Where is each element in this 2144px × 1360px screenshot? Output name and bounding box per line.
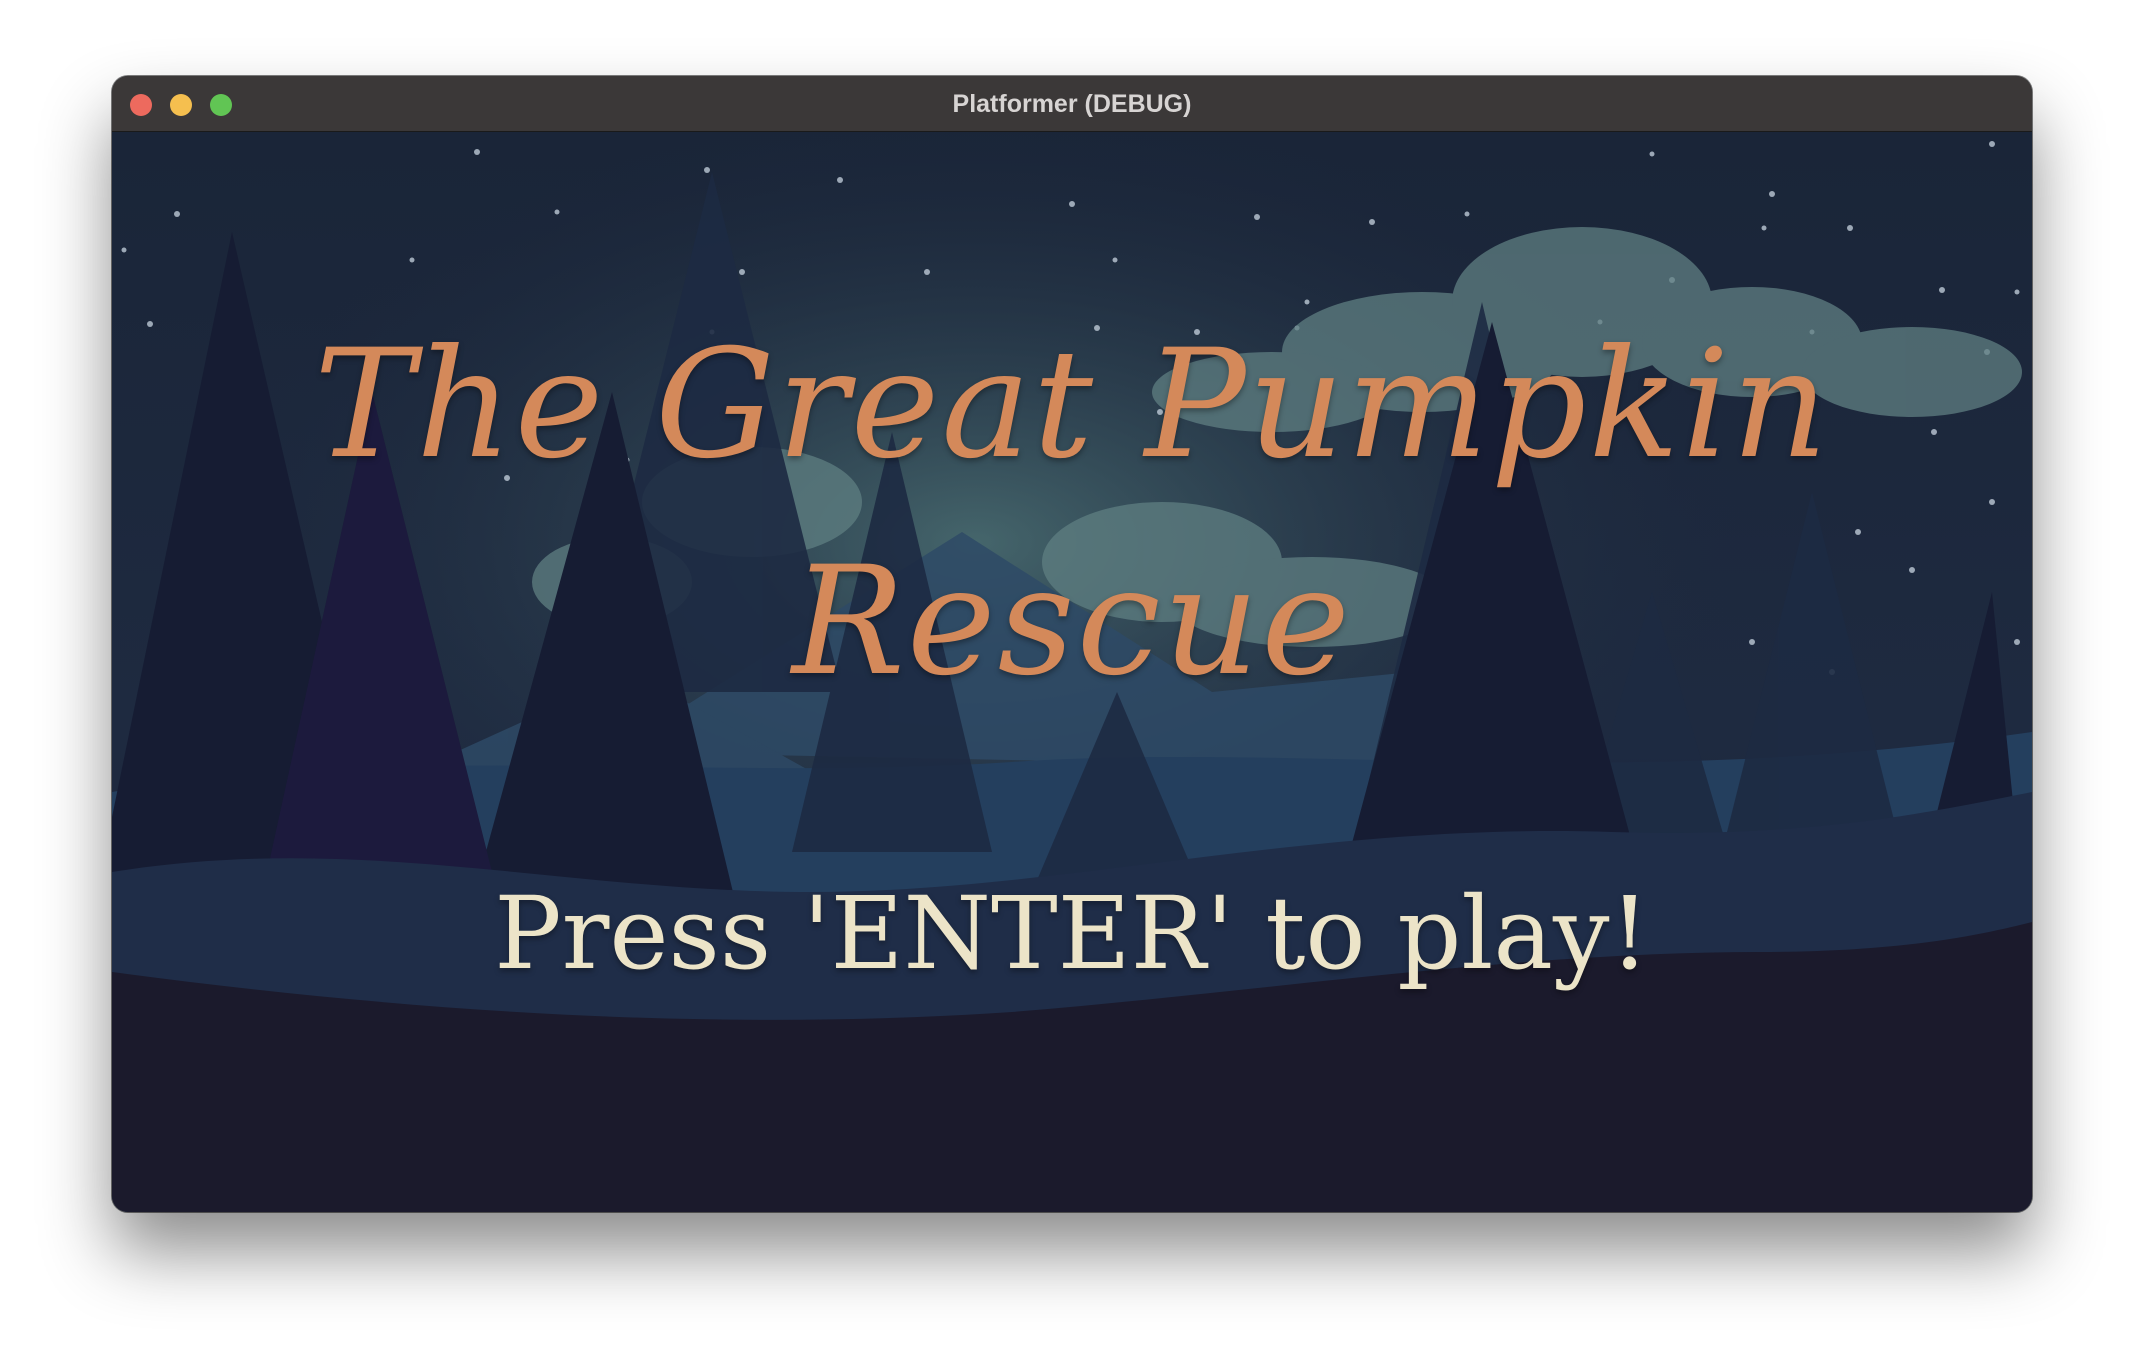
start-prompt: Press 'ENTER' to play!: [494, 875, 1650, 992]
game-canvas[interactable]: The Great Pumpkin Rescue Press 'ENTER' t…: [112, 132, 2032, 1212]
game-title-line-2: Rescue: [791, 535, 1353, 709]
game-title-line-1: The Great Pumpkin: [313, 318, 1831, 492]
desktop: Platformer (DEBUG) The Great Pumpkin Res…: [0, 0, 2144, 1360]
game-window[interactable]: Platformer (DEBUG) The Great Pumpkin Res…: [112, 76, 2032, 1212]
title-bar[interactable]: Platformer (DEBUG): [112, 76, 2032, 132]
window-title: Platformer (DEBUG): [952, 90, 1192, 118]
